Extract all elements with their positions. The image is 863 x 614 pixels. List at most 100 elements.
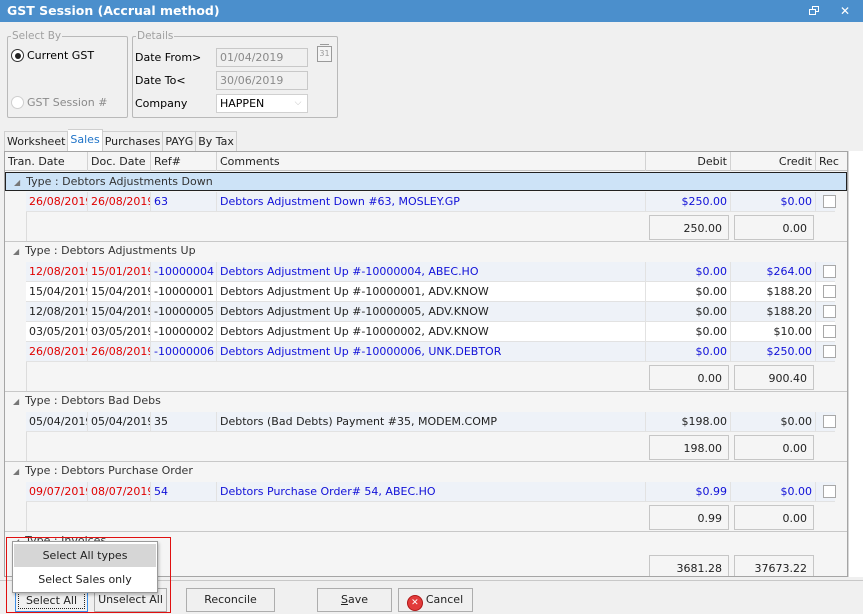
column-header-credit[interactable]: Credit: [731, 152, 816, 171]
comments-cell: Debtors Adjustment Up #-10000006, UNK.DE…: [217, 342, 646, 362]
tran-date-cell: 03/05/2019: [26, 322, 88, 342]
radio-current-gst[interactable]: Current GST: [11, 49, 94, 62]
group-total-credit: 0.00: [734, 215, 814, 240]
tab-sales[interactable]: Sales: [68, 129, 103, 151]
doc-date-cell: 15/01/2019: [88, 262, 151, 282]
window-title: GST Session (Accrual method): [7, 3, 220, 18]
rec-checkbox[interactable]: [823, 285, 836, 298]
debit-cell: $0.00: [646, 302, 731, 322]
group-title: Type : Debtors Bad Debs: [25, 394, 161, 407]
comments-cell: Debtors Adjustment Up #-10000005, ADV.KN…: [217, 302, 646, 322]
company-label: Company: [135, 97, 188, 110]
rec-checkbox[interactable]: [823, 305, 836, 318]
doc-date-cell: 26/08/2019: [88, 192, 151, 212]
tab-purchases[interactable]: Purchases: [102, 131, 164, 151]
collapse-triangle-icon[interactable]: ◢: [13, 247, 19, 256]
table-row[interactable]: 26/08/2019 26/08/2019 -10000006 Debtors Adj…: [26, 342, 836, 362]
tran-date-cell: 12/08/2019: [26, 302, 88, 322]
debit-cell: $0.00: [646, 262, 731, 282]
radio-button-checked[interactable]: [11, 49, 24, 62]
group-total-credit: 0.00: [734, 435, 814, 460]
save-button[interactable]: Save: [317, 588, 392, 612]
ref-cell: -10000001: [151, 282, 217, 302]
menu-item-select-sales-only[interactable]: Select Sales only: [14, 568, 156, 591]
ref-cell: -10000005: [151, 302, 217, 322]
collapse-triangle-icon[interactable]: ◢: [13, 467, 19, 476]
debit-cell: $0.00: [646, 342, 731, 362]
column-header-debit[interactable]: Debit: [646, 152, 731, 171]
rec-checkbox[interactable]: [823, 195, 836, 208]
credit-cell: $10.00: [731, 322, 816, 342]
save-label: ave: [347, 593, 368, 606]
radio-label: Current GST: [27, 49, 95, 62]
group-title: Type : Debtors Adjustments Up: [25, 244, 196, 257]
comments-cell: Debtors Adjustment Up #-10000001, ADV.KN…: [217, 282, 646, 302]
menu-item-select-all-types[interactable]: Select All types: [14, 544, 156, 567]
reconcile-button[interactable]: Reconcile: [186, 588, 275, 612]
table-row[interactable]: 26/08/2019 26/08/2019 63 Debtors Adjustment…: [26, 192, 836, 212]
column-header-doc-date[interactable]: Doc. Date: [88, 152, 151, 171]
ref-cell: -10000004: [151, 262, 217, 282]
cancel-button[interactable]: ✕ Cancel: [398, 588, 473, 612]
tab-by-tax[interactable]: By Tax: [196, 131, 237, 151]
tran-date-cell: 26/08/2019: [26, 342, 88, 362]
group-footer-row: 0.00 900.40: [26, 362, 847, 392]
company-value: HAPPEN: [220, 97, 265, 110]
group-row[interactable]: ◢ Type : Debtors Adjustments Down: [5, 172, 847, 191]
column-header-comments[interactable]: Comments: [217, 152, 646, 171]
credit-cell: $188.20: [731, 302, 816, 322]
group-row[interactable]: ◢ Type : Debtors Bad Debs: [5, 392, 847, 411]
tran-date-cell: 15/04/2019: [26, 282, 88, 302]
group-row[interactable]: ◢ Type : Debtors Adjustments Up: [5, 242, 847, 261]
details-group: Details Date From> 01/04/2019 31 Date To…: [132, 30, 338, 118]
collapse-triangle-icon[interactable]: ◢: [13, 397, 19, 406]
debit-cell: $0.00: [646, 322, 731, 342]
radio-button-unchecked[interactable]: [11, 96, 24, 109]
date-from-label: Date From>: [135, 51, 202, 64]
rec-checkbox[interactable]: [823, 325, 836, 338]
collapse-triangle-icon[interactable]: ◢: [14, 178, 20, 187]
tran-date-cell: 09/07/2019: [26, 482, 88, 502]
table-row[interactable]: 03/05/2019 03/05/2019 -10000002 Debtors Adj…: [26, 322, 836, 342]
save-accelerator: S: [340, 593, 348, 606]
column-header-ref[interactable]: Ref#: [151, 152, 217, 171]
date-to-field[interactable]: 30/06/2019: [216, 71, 308, 90]
comments-cell: Debtors Adjustment Up #-10000004, ABEC.H…: [217, 262, 646, 282]
restore-icon[interactable]: [806, 4, 822, 18]
table-row[interactable]: 12/08/2019 15/04/2019 -10000005 Debtors Adj…: [26, 302, 836, 322]
group-title: Type : Debtors Purchase Order: [25, 464, 193, 477]
doc-date-cell: 08/07/2019: [88, 482, 151, 502]
tran-date-cell: 05/04/2019: [26, 412, 88, 432]
group-total-credit: 0.00: [734, 505, 814, 530]
group-row[interactable]: ◢ Type : Debtors Purchase Order: [5, 462, 847, 481]
group-footer-row: 0.99 0.00: [26, 502, 847, 532]
table-row[interactable]: 09/07/2019 08/07/2019 54 Debtors Purchase O…: [26, 482, 836, 502]
select-by-group: Select By Current GST GST Session #: [7, 30, 128, 118]
details-legend: Details: [136, 30, 175, 42]
group-footer-row: 198.00 0.00: [26, 432, 847, 462]
close-icon[interactable]: ✕: [837, 4, 853, 18]
rec-checkbox[interactable]: [823, 415, 836, 428]
cancel-icon: ✕: [407, 596, 422, 610]
company-select[interactable]: HAPPEN ⌵: [216, 94, 308, 113]
date-from-field[interactable]: 01/04/2019: [216, 48, 308, 67]
rec-checkbox[interactable]: [823, 345, 836, 358]
rec-checkbox[interactable]: [823, 265, 836, 278]
radio-gst-session[interactable]: GST Session #: [11, 96, 107, 109]
table-row[interactable]: 12/08/2019 15/01/2019 -10000004 Debtors Adj…: [26, 262, 836, 282]
chevron-down-icon[interactable]: ⌵: [291, 96, 305, 111]
table-row[interactable]: 05/04/2019 05/04/2019 35 Debtors (Bad Debts…: [26, 412, 836, 432]
group-total-debit: 0.00: [649, 365, 729, 390]
tab-worksheet[interactable]: Worksheet: [4, 131, 69, 151]
credit-cell: $188.20: [731, 282, 816, 302]
grid-header: Tran. Date Doc. Date Ref# Comments Debit…: [5, 152, 847, 171]
column-header-tran-date[interactable]: Tran. Date: [5, 152, 88, 171]
calendar-icon[interactable]: 31: [317, 44, 332, 62]
tab-payg[interactable]: PAYG: [163, 131, 197, 151]
debit-cell: $0.00: [646, 282, 731, 302]
debit-cell: $250.00: [646, 192, 731, 212]
group-total-debit: 198.00: [649, 435, 729, 460]
column-header-rec[interactable]: Rec: [816, 152, 847, 171]
rec-checkbox[interactable]: [823, 485, 836, 498]
table-row[interactable]: 15/04/2019 15/04/2019 -10000001 Debtors Adj…: [26, 282, 836, 302]
